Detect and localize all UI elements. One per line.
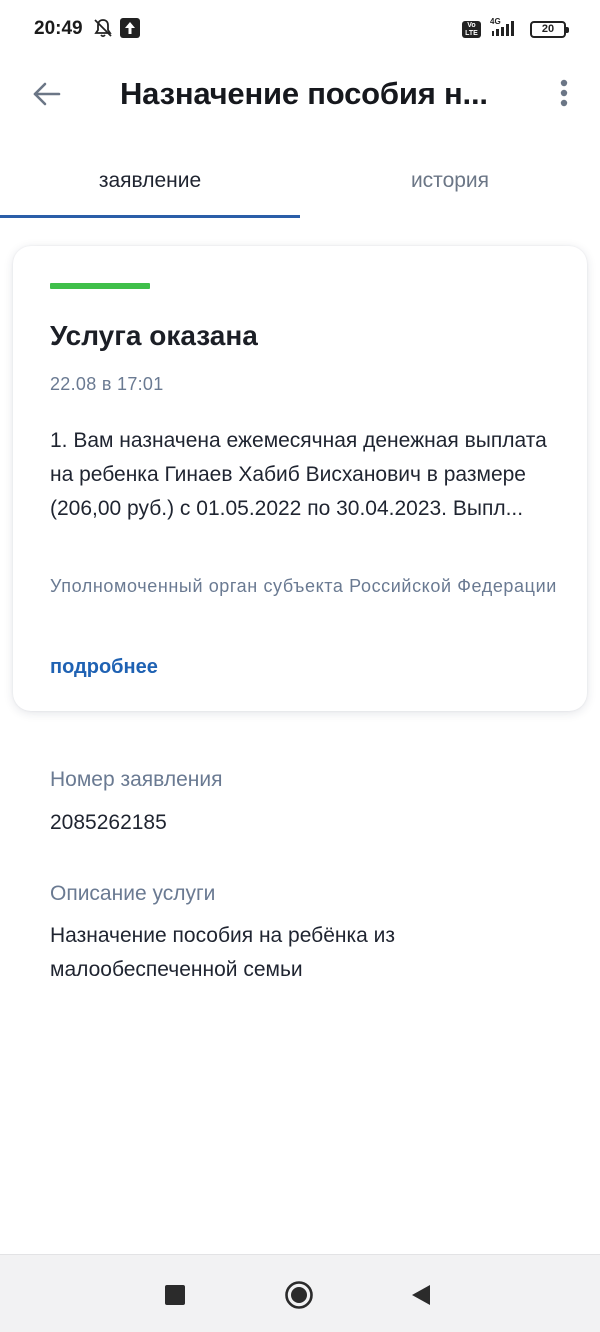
signal-icon: [489, 20, 523, 43]
application-number-label: Номер заявления: [50, 768, 223, 791]
bell-off-icon: [92, 17, 114, 44]
status-bar: 20:49 Vo LTE 4G 20: [0, 0, 600, 58]
tab-bar: заявление история: [0, 140, 600, 220]
arrow-left-icon: [33, 82, 61, 106]
details-link[interactable]: подробнее: [50, 656, 158, 679]
more-menu-button[interactable]: [552, 78, 576, 110]
more-vertical-icon: [560, 79, 568, 107]
recents-square-icon[interactable]: [165, 1285, 185, 1305]
system-nav-bar: [0, 1254, 600, 1332]
volte-icon: Vo LTE: [462, 21, 481, 38]
app-bar: Назначение пособия н...: [0, 58, 600, 130]
status-card: Услуга оказана 22.08 в 17:01 1. Вам назн…: [13, 246, 587, 711]
active-tab-indicator: [0, 215, 300, 218]
back-button[interactable]: [30, 77, 64, 111]
battery-level: 20: [541, 23, 555, 35]
status-color-bar: [50, 283, 150, 289]
service-description-label: Описание услуги: [50, 882, 216, 905]
volte-top-label: Vo: [467, 22, 476, 29]
status-title: Услуга оказана: [50, 320, 258, 351]
screen: 20:49 Vo LTE 4G 20 Назначение пособия н.…: [0, 0, 600, 1332]
service-description-value: Назначение пособия на ребёнка из малообе…: [50, 924, 396, 981]
tab-history[interactable]: история: [300, 140, 600, 220]
status-organization: Уполномоченный орган субъекта Российской…: [50, 576, 557, 596]
upload-icon: [120, 18, 140, 43]
home-circle-icon[interactable]: [284, 1280, 314, 1310]
status-time: 20:49: [34, 18, 83, 39]
status-message: 1. Вам назначена ежемесячная денежная вы…: [50, 429, 547, 520]
back-triangle-icon[interactable]: [410, 1283, 432, 1307]
battery-icon: 20: [530, 21, 569, 38]
status-date: 22.08 в 17:01: [50, 374, 164, 394]
application-number-value: 2085262185: [50, 811, 167, 834]
volte-bottom-label: LTE: [465, 30, 478, 37]
page-title: Назначение пособия н...: [120, 76, 488, 111]
tab-application[interactable]: заявление: [0, 140, 300, 220]
